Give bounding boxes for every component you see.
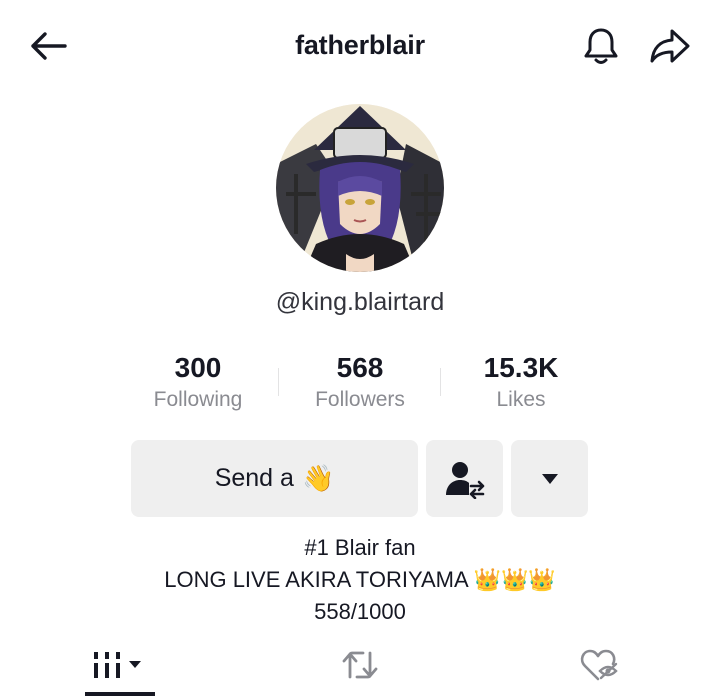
more-options-button[interactable] [511,440,588,517]
stats-divider [278,368,279,396]
bio-line: #1 Blair fan [304,535,416,560]
send-wave-label: Send a [214,464,294,492]
follow-back-button[interactable] [426,440,503,517]
person-swap-icon [445,461,484,499]
liked-hidden-icon [580,649,618,681]
bio-line: 558/1000 [314,599,406,624]
send-wave-button[interactable]: Send a 👋 [131,440,418,517]
notifications-button[interactable] [580,24,622,68]
following-count: 300 [174,352,222,383]
bell-icon [584,28,618,64]
likes-label: Likes [496,388,546,411]
repost-icon [342,651,378,679]
share-arrow-icon [650,29,690,63]
stat-likes: 15.3K Likes [441,350,601,412]
avatar[interactable] [276,104,444,272]
stat-followers[interactable]: 568 Followers [280,350,440,412]
username-handle: @king.blairtard [275,288,445,316]
followers-label: Followers [315,388,405,411]
tab-videos[interactable] [84,636,156,694]
profile-header: fatherblair [0,0,720,92]
likes-count: 15.3K [483,352,559,383]
caret-down-icon [541,473,558,484]
tab-liked[interactable] [564,636,636,694]
profile-tabs [0,636,720,697]
videos-grid-icon [94,652,141,678]
tab-reposts[interactable] [324,636,396,694]
following-label: Following [153,388,243,411]
wave-emoji: 👋 [301,463,335,493]
active-tab-indicator [85,692,155,696]
profile-stats: 300 Following 568 Followers 15.3K Likes [0,350,720,430]
followers-count: 568 [336,352,384,383]
share-button[interactable] [648,24,692,68]
stat-following[interactable]: 300 Following [118,350,278,412]
bio-line: LONG LIVE AKIRA TORIYAMA 👑👑👑 [164,567,556,592]
avatar-image [276,104,444,272]
